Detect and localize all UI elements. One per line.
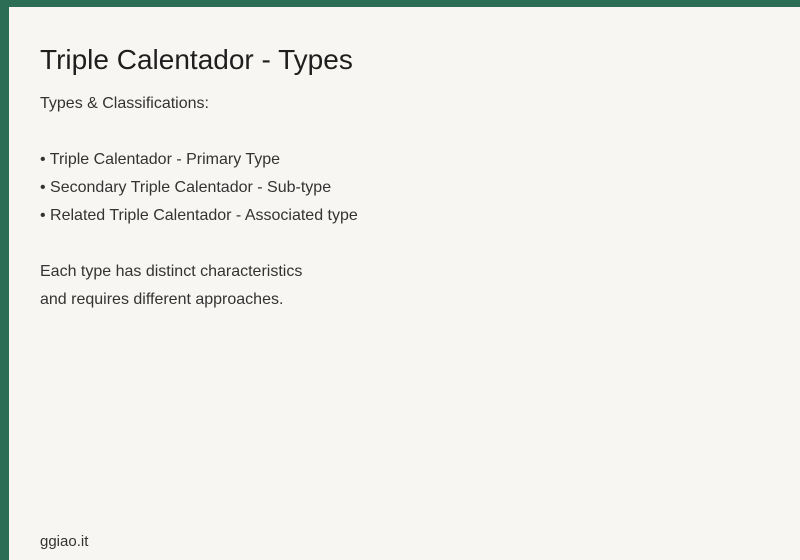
- intro-text: Types & Classifications:: [40, 95, 209, 112]
- bullet-item-related: • Related Triple Calentador - Associated…: [40, 207, 358, 224]
- summary-line-2: and requires different approaches.: [40, 291, 284, 308]
- slide-body: Types & Classifications: • Triple Calent…: [40, 90, 358, 314]
- bullet-item-secondary: • Secondary Triple Calentador - Sub-type: [40, 179, 332, 196]
- slide-panel: Triple Calentador - Types Types & Classi…: [9, 7, 800, 560]
- summary-line-1: Each type has distinct characteristics: [40, 263, 303, 280]
- footer-source: ggiao.it: [40, 533, 89, 550]
- slide-title: Triple Calentador - Types: [40, 44, 353, 75]
- frame-top-border: [0, 0, 800, 7]
- frame-left-border: [0, 0, 9, 560]
- bullet-item-primary: • Triple Calentador - Primary Type: [40, 151, 281, 168]
